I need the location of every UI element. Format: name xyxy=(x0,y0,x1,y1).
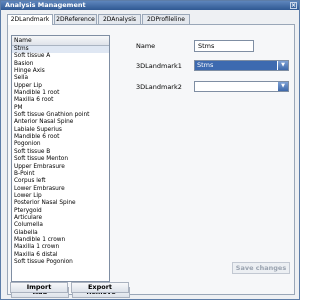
landmark1-value: Stms xyxy=(195,61,277,70)
landmark2-label: 3DLandmark2 xyxy=(136,83,182,91)
list-item[interactable]: Mandible 1 root xyxy=(12,90,109,97)
title-bar: Analysis Management × xyxy=(1,1,299,10)
analysis-management-window: Analysis Management × 2DLandmark 2DRefer… xyxy=(0,0,300,300)
tab-2danalysis[interactable]: 2DAnalysis xyxy=(98,14,141,24)
import-button[interactable]: Import xyxy=(10,282,68,293)
list-item[interactable]: Lower Embrasure xyxy=(12,186,109,193)
list-item[interactable]: Mandible 6 root xyxy=(12,134,109,141)
list-item[interactable]: Soft tissue Pogonion xyxy=(12,259,109,266)
window-title: Analysis Management xyxy=(5,1,86,9)
list-item[interactable]: Pogonion xyxy=(12,141,109,148)
landmark1-select[interactable]: Stms ▼ xyxy=(194,60,289,71)
list-item[interactable]: Corpus left xyxy=(12,178,109,185)
landmark2-value xyxy=(195,82,277,91)
landmark2-select[interactable]: ▼ xyxy=(194,81,289,92)
list-items-container: Stms Soft tissue A Basion Hinge Axis Sella Up… xyxy=(12,46,109,266)
close-icon[interactable]: × xyxy=(290,2,297,9)
list-item[interactable]: Pterygoid xyxy=(12,208,109,215)
list-item[interactable]: Soft tissue Menton xyxy=(12,156,109,163)
list-item[interactable]: Basion xyxy=(12,61,109,68)
list-item[interactable]: Labiale Superius xyxy=(12,127,109,134)
list-item[interactable]: Hinge Axis xyxy=(12,68,109,75)
export-button[interactable]: Export xyxy=(71,282,129,293)
tab-2dreference[interactable]: 2DReference xyxy=(54,14,97,24)
list-item[interactable]: Anterior Nasal Spine xyxy=(12,119,109,126)
save-changes-button[interactable]: Save changes xyxy=(232,262,290,274)
list-header-name[interactable]: Name xyxy=(12,36,109,46)
tab-2dlandmark[interactable]: 2DLandmark xyxy=(7,14,53,25)
list-item[interactable]: Maxilla 1 crown xyxy=(12,244,109,251)
landmark-list[interactable]: Name Stms Soft tissue A Basion Hinge Axis Se… xyxy=(11,35,110,282)
name-label: Name xyxy=(136,42,156,50)
list-item[interactable]: Columella xyxy=(12,222,109,229)
list-item[interactable]: Mandible 1 crown xyxy=(12,237,109,244)
list-item[interactable]: Soft tissue A xyxy=(12,53,109,60)
name-field[interactable]: Stms xyxy=(194,40,254,52)
landmark1-label: 3DLandmark1 xyxy=(136,62,182,70)
list-item[interactable]: Stms xyxy=(12,46,109,54)
list-item[interactable]: Glabella xyxy=(12,230,109,237)
list-item[interactable]: Soft tissue B xyxy=(12,149,109,156)
list-item[interactable]: Upper Embrasure xyxy=(12,164,109,171)
list-item[interactable]: Soft tissue Gnathion point xyxy=(12,112,109,119)
list-item[interactable]: Maxilla 6 root xyxy=(12,97,109,104)
list-item[interactable]: Maxilla 6 distal xyxy=(12,252,109,259)
chevron-down-icon[interactable]: ▼ xyxy=(278,61,288,70)
list-item[interactable]: Posterior Nasal Spine xyxy=(12,200,109,207)
list-item[interactable]: B-Point xyxy=(12,171,109,178)
list-item[interactable]: Articulare xyxy=(12,215,109,222)
list-item[interactable]: Lower Lip xyxy=(12,193,109,200)
chevron-down-icon[interactable]: ▼ xyxy=(278,82,288,91)
list-item[interactable]: PM xyxy=(12,105,109,112)
list-item[interactable]: Sella xyxy=(12,75,109,82)
tab-2dprofileline[interactable]: 2DProfileline xyxy=(142,14,190,24)
tab-panel: Name Stms Soft tissue A Basion Hinge Axis Se… xyxy=(7,24,295,298)
list-item[interactable]: Upper Lip xyxy=(12,83,109,90)
